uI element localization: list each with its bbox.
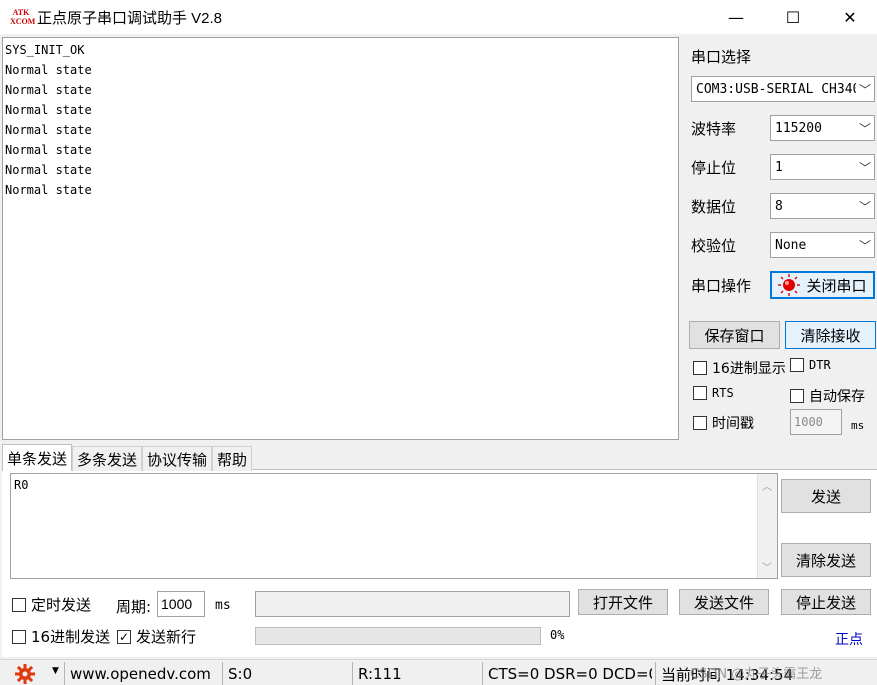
tab-single-send[interactable]: 单条发送 <box>2 444 73 471</box>
close-port-button[interactable]: 关闭串口 <box>770 271 875 299</box>
send-scrollbar[interactable]: ︿ ﹀ <box>757 474 777 578</box>
minimize-button[interactable]: — <box>707 0 765 34</box>
auto-save-checkbox[interactable]: 自动保存 <box>790 386 865 406</box>
port-select[interactable]: COM3:USB-SERIAL CH340 ﹀ <box>691 76 875 102</box>
baud-label: 波特率 <box>691 120 737 138</box>
period-input[interactable]: 1000 <box>157 591 205 617</box>
check-icon: ✓ <box>117 629 131 644</box>
line-signals: CTS=0 DSR=0 DCD=0 <box>482 662 652 685</box>
promo-link[interactable]: 正点 <box>835 629 863 649</box>
scroll-down-icon[interactable]: ﹀ <box>762 559 772 574</box>
send-file-button[interactable]: 发送文件 <box>679 589 769 615</box>
status-led-icon <box>778 274 801 296</box>
send-progress-bar <box>255 627 541 645</box>
app-logo-icon: ATK XCOM <box>10 8 36 26</box>
rts-checkbox[interactable]: RTS <box>693 386 734 400</box>
promo-panel: 正点 <box>578 623 875 653</box>
sent-count: S:0 <box>222 662 352 685</box>
minimize-icon: — <box>728 7 744 27</box>
open-file-button[interactable]: 打开文件 <box>578 589 668 615</box>
close-window-button[interactable]: ✕ <box>821 0 877 34</box>
send-newline-checkbox[interactable]: ✓ 发送新行 <box>117 626 196 647</box>
timestamp-unit: ms <box>851 419 865 432</box>
baud-select[interactable]: 115200 ﹀ <box>770 115 875 141</box>
clear-receive-button[interactable]: 清除接收 <box>785 321 876 349</box>
chevron-down-icon: ﹀ <box>858 121 871 136</box>
timestamp-interval-input[interactable]: 1000 <box>790 409 842 435</box>
save-window-button[interactable]: 保存窗口 <box>689 321 780 349</box>
chevron-down-icon: ﹀ <box>858 160 871 175</box>
stop-bits-label: 停止位 <box>691 159 737 177</box>
timestamp-checkbox[interactable]: 时间戳 <box>693 413 754 433</box>
checkbox-box <box>693 361 707 375</box>
checkbox-box <box>12 629 26 644</box>
send-tabs: 单条发送 多条发送 协议传输 帮助 <box>2 444 253 471</box>
stop-bits-select[interactable]: 1 ﹀ <box>770 154 875 180</box>
parity-select[interactable]: None ﹀ <box>770 232 875 258</box>
receive-textarea[interactable]: SYS_INIT_OK Normal state Normal state No… <box>2 37 679 440</box>
port-operation-label: 串口操作 <box>691 277 752 295</box>
hex-display-checkbox[interactable]: 16进制显示 <box>693 358 786 378</box>
checkbox-box <box>790 358 804 372</box>
watermark: CSDN @丸子头霸王龙 <box>690 667 823 682</box>
scroll-up-icon[interactable]: ︿ <box>762 478 772 493</box>
chevron-down-icon: ﹀ <box>858 199 871 214</box>
tab-protocol[interactable]: 协议传输 <box>142 446 213 471</box>
checkbox-box <box>693 386 707 400</box>
send-textarea[interactable]: R0 ︿ ﹀ <box>10 473 778 579</box>
checkbox-box <box>12 597 26 612</box>
data-bits-label: 数据位 <box>691 198 737 216</box>
checkbox-box <box>790 389 804 403</box>
caret-down-icon[interactable]: ▼ <box>52 666 59 676</box>
checkbox-box <box>693 416 707 430</box>
data-bits-select[interactable]: 8 ﹀ <box>770 193 875 219</box>
maximize-button[interactable]: ☐ <box>764 0 822 34</box>
window-title: 正点原子串口调试助手 V2.8 <box>37 10 223 27</box>
settings-gear-icon[interactable] <box>14 663 40 685</box>
timed-send-checkbox[interactable]: 定时发送 <box>12 594 91 615</box>
close-icon: ✕ <box>843 7 857 27</box>
chevron-down-icon: ﹀ <box>858 238 871 253</box>
progress-percent: 0% <box>550 628 565 642</box>
received-count: R:111 <box>352 662 482 685</box>
tab-multi-send[interactable]: 多条发送 <box>72 446 143 471</box>
stop-send-button[interactable]: 停止发送 <box>781 589 871 615</box>
website-link[interactable]: www.openedv.com <box>64 662 217 685</box>
port-select-label: 串口选择 <box>691 48 752 66</box>
send-button[interactable]: 发送 <box>781 479 871 513</box>
tab-help[interactable]: 帮助 <box>212 446 253 471</box>
status-bar: ▼ www.openedv.com S:0 R:111 CTS=0 DSR=0 … <box>0 659 877 685</box>
maximize-icon: ☐ <box>785 7 801 27</box>
parity-label: 校验位 <box>691 237 737 255</box>
dtr-checkbox[interactable]: DTR <box>790 358 831 372</box>
clear-send-button[interactable]: 清除发送 <box>781 543 871 577</box>
period-unit: ms <box>215 598 231 613</box>
file-path-input[interactable] <box>255 591 570 617</box>
hex-send-checkbox[interactable]: 16进制发送 <box>12 626 110 647</box>
chevron-down-icon: ﹀ <box>858 82 871 97</box>
period-label: 周期: <box>116 598 152 616</box>
title-bar: ATK XCOM 正点原子串口调试助手 V2.8 — ☐ ✕ <box>0 0 877 34</box>
